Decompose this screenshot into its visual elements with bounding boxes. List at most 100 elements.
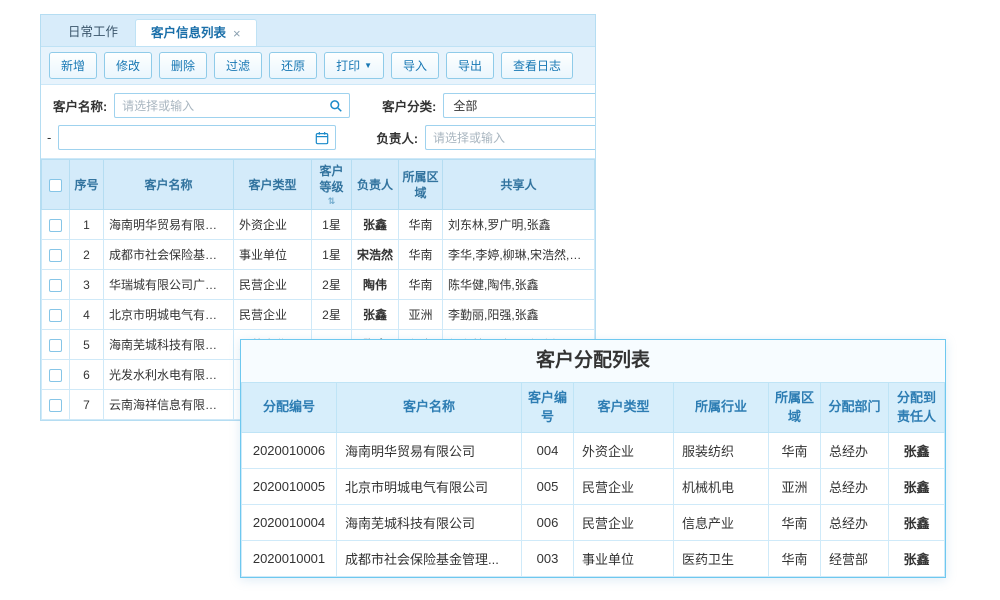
dept: 总经办	[821, 469, 889, 505]
customer-level: 2星	[312, 300, 352, 330]
customer-name-input[interactable]	[115, 94, 329, 117]
customer-type: 民营企业	[574, 505, 674, 541]
row-checkbox[interactable]	[49, 309, 62, 322]
col-customer-name: 客户名称	[337, 383, 522, 433]
owner-link[interactable]: 张鑫	[352, 210, 399, 240]
assignee-link[interactable]: 张鑫	[889, 505, 945, 541]
allocation-panel: 客户分配列表 分配编号 客户名称 客户编号 客户类型 所属行业 所属区域 分配部…	[240, 339, 946, 578]
customer-no: 004	[522, 433, 574, 469]
row-select-cell	[42, 390, 70, 420]
row-select-cell	[42, 330, 70, 360]
industry: 医药卫生	[674, 541, 769, 577]
table-row: 2020010001 成都市社会保险基金管理... 003 事业单位 医药卫生 …	[242, 541, 945, 577]
customer-name-link[interactable]: 海南明华贸易有限公司	[337, 433, 522, 469]
calendar-icon[interactable]	[315, 131, 329, 145]
customer-type: 民营企业	[574, 469, 674, 505]
search-icon[interactable]	[329, 99, 343, 113]
customer-category-select[interactable]: 全部	[443, 93, 595, 118]
row-checkbox[interactable]	[49, 339, 62, 352]
allocation-panel-title: 客户分配列表	[241, 340, 945, 382]
table-row: 2 成都市社会保险基金管理... 事业单位 1星 宋浩然 华南 李华,李婷,柳琳…	[42, 240, 595, 270]
filter-row-2: - 负责人:	[53, 125, 595, 150]
tab-label: 日常工作	[68, 25, 118, 39]
filter-row-1: 客户名称: 客户分类: 全部	[53, 93, 595, 118]
col-alloc-no: 分配编号	[242, 383, 337, 433]
date-input-wrap	[58, 125, 336, 150]
customer-name-link[interactable]: 华瑞城有限公司广告设计部	[104, 270, 234, 300]
customer-level: 1星	[312, 210, 352, 240]
customer-level: 1星	[312, 240, 352, 270]
customer-name-link[interactable]: 云南海祥信息有限公司	[104, 390, 234, 420]
row-checkbox[interactable]	[49, 399, 62, 412]
customer-name-link[interactable]: 成都市社会保险基金管理...	[104, 240, 234, 270]
alloc-no-link[interactable]: 2020010006	[242, 433, 337, 469]
customer-name-link[interactable]: 光发水利水电有限公司	[104, 360, 234, 390]
customer-name-link[interactable]: 海南芜城科技有限公司	[104, 330, 234, 360]
tab-daily-work[interactable]: 日常工作	[53, 19, 133, 46]
alloc-no-link[interactable]: 2020010005	[242, 469, 337, 505]
region: 亚洲	[399, 300, 443, 330]
customer-type: 事业单位	[234, 240, 312, 270]
owner-label: 负责人:	[376, 128, 418, 147]
customer-no: 006	[522, 505, 574, 541]
customer-name-label: 客户名称:	[53, 96, 107, 115]
filter-button[interactable]: 过滤	[214, 52, 262, 79]
customer-type: 事业单位	[574, 541, 674, 577]
assignee-link[interactable]: 张鑫	[889, 541, 945, 577]
row-no: 5	[70, 330, 104, 360]
allocation-table-header: 分配编号 客户名称 客户编号 客户类型 所属行业 所属区域 分配部门 分配到责任…	[242, 383, 945, 433]
col-industry: 所属行业	[674, 383, 769, 433]
dept: 总经办	[821, 433, 889, 469]
date-range-dash: -	[47, 130, 51, 145]
customer-level: 2星	[312, 270, 352, 300]
allocation-table: 分配编号 客户名称 客户编号 客户类型 所属行业 所属区域 分配部门 分配到责任…	[241, 382, 945, 577]
owner-link[interactable]: 张鑫	[352, 300, 399, 330]
industry: 机械机电	[674, 469, 769, 505]
region: 华南	[769, 433, 821, 469]
caret-down-icon: ▼	[364, 62, 372, 70]
date-input[interactable]	[59, 126, 315, 149]
row-checkbox[interactable]	[49, 219, 62, 232]
sort-icon[interactable]: ⇅	[314, 197, 349, 206]
select-all-checkbox[interactable]	[49, 179, 62, 192]
owner-link[interactable]: 陶伟	[352, 270, 399, 300]
view-log-button[interactable]: 查看日志	[501, 52, 573, 79]
region: 华南	[399, 240, 443, 270]
tab-customer-info-list[interactable]: 客户信息列表 ×	[135, 19, 257, 46]
col-no: 序号	[70, 160, 104, 210]
customer-name-link[interactable]: 北京市明城电气有限公司	[104, 300, 234, 330]
customer-type: 民营企业	[234, 300, 312, 330]
import-button[interactable]: 导入	[391, 52, 439, 79]
row-select-cell	[42, 240, 70, 270]
shared-list: 李华,李婷,柳琳,宋浩然,张鑫	[443, 240, 595, 270]
customer-name-link[interactable]: 海南明华贸易有限公司	[104, 210, 234, 240]
customer-name-link[interactable]: 成都市社会保险基金管理...	[337, 541, 522, 577]
shared-list: 陈华健,陶伟,张鑫	[443, 270, 595, 300]
restore-button[interactable]: 还原	[269, 52, 317, 79]
alloc-no-link[interactable]: 2020010004	[242, 505, 337, 541]
export-button[interactable]: 导出	[446, 52, 494, 79]
customer-no: 003	[522, 541, 574, 577]
close-icon[interactable]: ×	[233, 27, 241, 40]
col-assignee: 分配到责任人	[889, 383, 945, 433]
assignee-link[interactable]: 张鑫	[889, 433, 945, 469]
customer-type: 民营企业	[234, 270, 312, 300]
col-customer-name: 客户名称	[104, 160, 234, 210]
row-checkbox[interactable]	[49, 249, 62, 262]
selected-option: 全部	[453, 97, 477, 114]
edit-button[interactable]: 修改	[104, 52, 152, 79]
owner-input[interactable]	[426, 126, 595, 149]
print-button[interactable]: 打印 ▼	[324, 52, 384, 79]
col-customer-type: 客户类型	[574, 383, 674, 433]
alloc-no-link[interactable]: 2020010001	[242, 541, 337, 577]
assignee-link[interactable]: 张鑫	[889, 469, 945, 505]
customer-name-link[interactable]: 海南芜城科技有限公司	[337, 505, 522, 541]
region: 华南	[769, 541, 821, 577]
customer-name-link[interactable]: 北京市明城电气有限公司	[337, 469, 522, 505]
owner-link[interactable]: 宋浩然	[352, 240, 399, 270]
row-checkbox[interactable]	[49, 279, 62, 292]
row-checkbox[interactable]	[49, 369, 62, 382]
delete-button[interactable]: 删除	[159, 52, 207, 79]
row-no: 7	[70, 390, 104, 420]
add-button[interactable]: 新增	[49, 52, 97, 79]
